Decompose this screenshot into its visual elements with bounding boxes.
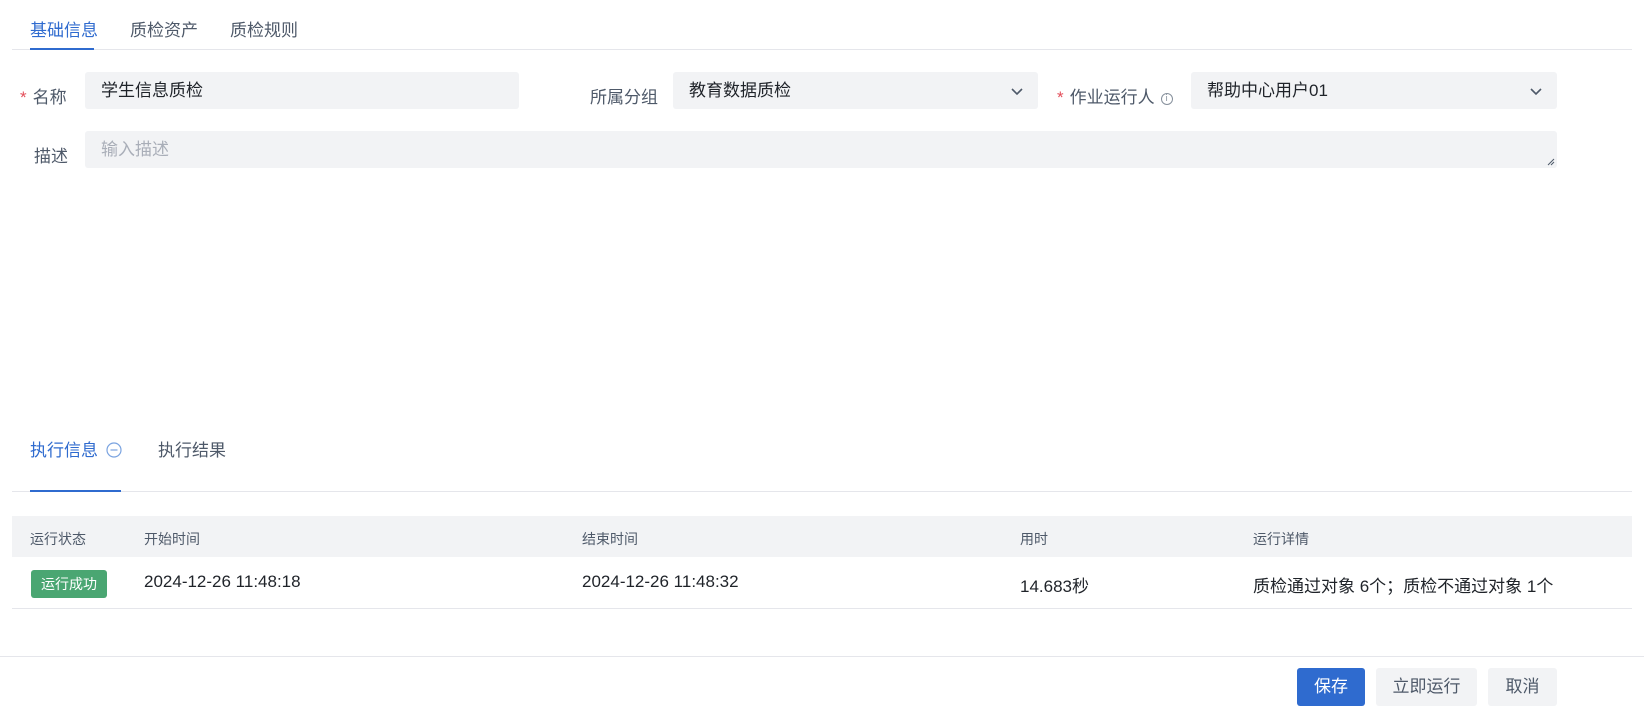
name-input[interactable]: 学生信息质检 bbox=[85, 72, 519, 109]
resize-grip-icon[interactable] bbox=[1545, 156, 1555, 166]
tab-exec-info-label: 执行信息 bbox=[30, 441, 98, 460]
name-label: * 名称 bbox=[20, 83, 67, 108]
chevron-down-icon bbox=[1011, 88, 1023, 96]
top-tab-bar: 基础信息 质检资产 质检规则 bbox=[12, 0, 1632, 50]
runner-select[interactable]: 帮助中心用户01 bbox=[1191, 72, 1557, 109]
exec-tab-bar: 执行信息 执行结果 bbox=[12, 441, 1632, 492]
end-time-cell: 2024-12-26 11:48:32 bbox=[582, 572, 739, 591]
group-select[interactable]: 教育数据质检 bbox=[673, 72, 1038, 109]
tab-exec-result[interactable]: 执行结果 bbox=[158, 436, 226, 461]
table-header: 运行状态 开始时间 结束时间 用时 运行详情 bbox=[12, 516, 1632, 557]
group-label: 所属分组 bbox=[590, 88, 658, 107]
run-now-button[interactable]: 立即运行 bbox=[1376, 668, 1477, 706]
status-badge: 运行成功 bbox=[31, 570, 107, 598]
column-header-detail: 运行详情 bbox=[1253, 531, 1309, 547]
tab-qc-rules[interactable]: 质检规则 bbox=[230, 16, 298, 41]
table-row: 运行成功 2024-12-26 11:48:18 2024-12-26 11:4… bbox=[12, 557, 1632, 609]
description-label: 描述 bbox=[34, 147, 68, 166]
duration-cell: 14.683秒 bbox=[1020, 577, 1089, 596]
info-icon[interactable]: i bbox=[1160, 93, 1173, 105]
chevron-down-icon bbox=[1530, 88, 1542, 96]
column-header-duration: 用时 bbox=[1020, 531, 1048, 547]
start-time-cell: 2024-12-26 11:48:18 bbox=[144, 572, 301, 591]
column-header-status: 运行状态 bbox=[30, 531, 86, 547]
active-tab-indicator bbox=[30, 490, 121, 492]
save-button[interactable]: 保存 bbox=[1297, 668, 1365, 706]
footer-divider bbox=[0, 656, 1644, 657]
tab-exec-info[interactable]: 执行信息 bbox=[30, 436, 122, 461]
runner-select-value: 帮助中心用户01 bbox=[1207, 81, 1328, 100]
tab-qc-assets[interactable]: 质检资产 bbox=[130, 16, 198, 41]
tab-basic-info[interactable]: 基础信息 bbox=[30, 16, 98, 41]
group-select-value: 教育数据质检 bbox=[689, 81, 791, 100]
active-tab-indicator bbox=[30, 48, 94, 50]
runner-label-text: 作业运行人 bbox=[1069, 88, 1155, 107]
description-textarea[interactable]: 输入描述 bbox=[85, 131, 1557, 168]
description-placeholder: 输入描述 bbox=[101, 140, 169, 159]
column-header-start: 开始时间 bbox=[144, 531, 200, 547]
collapse-circle-icon[interactable] bbox=[106, 442, 122, 458]
cancel-button[interactable]: 取消 bbox=[1488, 668, 1557, 706]
detail-cell: 质检通过对象 6个；质检不通过对象 1个 bbox=[1253, 577, 1554, 596]
name-label-text: 名称 bbox=[32, 88, 67, 107]
required-marker: * bbox=[1057, 88, 1064, 107]
required-marker: * bbox=[20, 88, 27, 107]
column-header-end: 结束时间 bbox=[582, 531, 638, 547]
runner-label: * 作业运行人 i bbox=[1057, 83, 1173, 108]
